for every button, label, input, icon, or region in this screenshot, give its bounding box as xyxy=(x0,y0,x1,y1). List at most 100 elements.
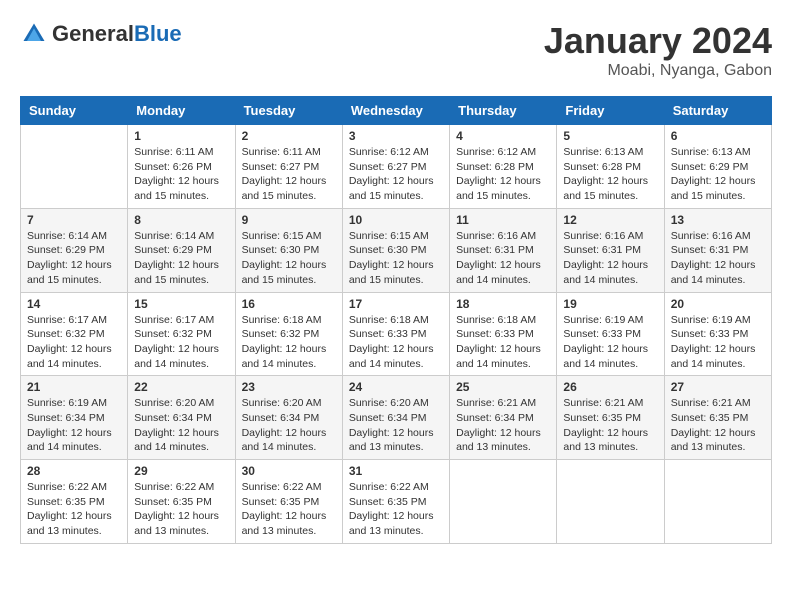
logo-general-text: General xyxy=(52,21,134,46)
logo-blue-text: Blue xyxy=(134,21,182,46)
calendar-day-cell: 7 Sunrise: 6:14 AMSunset: 6:29 PMDaylight… xyxy=(21,208,128,292)
logo: GeneralBlue xyxy=(20,20,182,48)
day-of-week-header: Thursday xyxy=(450,97,557,125)
day-number: 30 xyxy=(242,464,336,478)
day-of-week-header: Friday xyxy=(557,97,664,125)
day-info: Sunrise: 6:11 AMSunset: 6:27 PMDaylight:… xyxy=(242,145,336,204)
calendar-day-cell: 4 Sunrise: 6:12 AMSunset: 6:28 PMDaylight… xyxy=(450,125,557,209)
day-info: Sunrise: 6:15 AMSunset: 6:30 PMDaylight:… xyxy=(242,229,336,288)
day-info: Sunrise: 6:18 AMSunset: 6:33 PMDaylight:… xyxy=(456,313,550,372)
calendar-day-cell: 2Sunrise: 6:11 AMSunset: 6:27 PMDaylight… xyxy=(235,125,342,209)
day-number: 24 xyxy=(349,380,443,394)
day-of-week-header: Saturday xyxy=(664,97,771,125)
calendar-week-row: 21Sunrise: 6:19 AMSunset: 6:34 PMDayligh… xyxy=(21,376,772,460)
day-info: Sunrise: 6:12 AMSunset: 6:28 PMDaylight:… xyxy=(456,145,550,204)
day-number: 29 xyxy=(134,464,228,478)
calendar-day-cell: 30 Sunrise: 6:22 AMSunset: 6:35 PMDayligh… xyxy=(235,460,342,544)
calendar-day-cell: 1Sunrise: 6:11 AMSunset: 6:26 PMDaylight… xyxy=(128,125,235,209)
day-number: 26 xyxy=(563,380,657,394)
day-number: 17 xyxy=(349,297,443,311)
day-of-week-header: Wednesday xyxy=(342,97,449,125)
logo-icon xyxy=(20,20,48,48)
calendar-day-cell: 20 Sunrise: 6:19 AMSunset: 6:33 PMDayligh… xyxy=(664,292,771,376)
calendar-table: SundayMondayTuesdayWednesdayThursdayFrid… xyxy=(20,96,772,544)
day-info: Sunrise: 6:17 AMSunset: 6:32 PMDaylight:… xyxy=(27,313,121,372)
day-info: Sunrise: 6:20 AMSunset: 6:34 PMDaylight:… xyxy=(242,396,336,455)
calendar-week-row: 28 Sunrise: 6:22 AMSunset: 6:35 PMDayligh… xyxy=(21,460,772,544)
calendar-day-cell: 6Sunrise: 6:13 AMSunset: 6:29 PMDaylight… xyxy=(664,125,771,209)
calendar-day-cell: 11 Sunrise: 6:16 AMSunset: 6:31 PMDayligh… xyxy=(450,208,557,292)
calendar-day-cell: 28 Sunrise: 6:22 AMSunset: 6:35 PMDayligh… xyxy=(21,460,128,544)
calendar-day-cell: 19 Sunrise: 6:19 AMSunset: 6:33 PMDayligh… xyxy=(557,292,664,376)
calendar-day-cell: 5 Sunrise: 6:13 AMSunset: 6:28 PMDaylight… xyxy=(557,125,664,209)
day-info: Sunrise: 6:15 AMSunset: 6:30 PMDaylight:… xyxy=(349,229,443,288)
day-number: 20 xyxy=(671,297,765,311)
day-number: 9 xyxy=(242,213,336,227)
day-of-week-header: Tuesday xyxy=(235,97,342,125)
calendar-header-row: SundayMondayTuesdayWednesdayThursdayFrid… xyxy=(21,97,772,125)
calendar-day-cell: 15Sunrise: 6:17 AMSunset: 6:32 PMDayligh… xyxy=(128,292,235,376)
calendar-day-cell xyxy=(21,125,128,209)
day-info: Sunrise: 6:22 AMSunset: 6:35 PMDaylight:… xyxy=(242,480,336,539)
day-number: 16 xyxy=(242,297,336,311)
day-info: Sunrise: 6:14 AMSunset: 6:29 PMDaylight:… xyxy=(27,229,121,288)
day-number: 14 xyxy=(27,297,121,311)
day-number: 23 xyxy=(242,380,336,394)
day-info: Sunrise: 6:19 AMSunset: 6:33 PMDaylight:… xyxy=(563,313,657,372)
day-info: Sunrise: 6:20 AMSunset: 6:34 PMDaylight:… xyxy=(349,396,443,455)
day-number: 10 xyxy=(349,213,443,227)
day-of-week-header: Monday xyxy=(128,97,235,125)
day-info: Sunrise: 6:22 AMSunset: 6:35 PMDaylight:… xyxy=(134,480,228,539)
day-number: 15 xyxy=(134,297,228,311)
day-number: 11 xyxy=(456,213,550,227)
day-number: 4 xyxy=(456,129,550,143)
day-number: 22 xyxy=(134,380,228,394)
day-info: Sunrise: 6:20 AMSunset: 6:34 PMDaylight:… xyxy=(134,396,228,455)
calendar-day-cell: 26Sunrise: 6:21 AMSunset: 6:35 PMDayligh… xyxy=(557,376,664,460)
day-info: Sunrise: 6:16 AMSunset: 6:31 PMDaylight:… xyxy=(563,229,657,288)
day-number: 13 xyxy=(671,213,765,227)
title-block: January 2024 Moabi, Nyanga, Gabon xyxy=(544,20,772,80)
calendar-day-cell: 22 Sunrise: 6:20 AMSunset: 6:34 PMDayligh… xyxy=(128,376,235,460)
day-number: 6 xyxy=(671,129,765,143)
calendar-subtitle: Moabi, Nyanga, Gabon xyxy=(544,62,772,80)
day-number: 5 xyxy=(563,129,657,143)
calendar-week-row: 1Sunrise: 6:11 AMSunset: 6:26 PMDaylight… xyxy=(21,125,772,209)
day-number: 25 xyxy=(456,380,550,394)
day-number: 28 xyxy=(27,464,121,478)
day-number: 19 xyxy=(563,297,657,311)
calendar-day-cell: 29 Sunrise: 6:22 AMSunset: 6:35 PMDayligh… xyxy=(128,460,235,544)
calendar-week-row: 14 Sunrise: 6:17 AMSunset: 6:32 PMDayligh… xyxy=(21,292,772,376)
day-info: Sunrise: 6:22 AMSunset: 6:35 PMDaylight:… xyxy=(27,480,121,539)
day-info: Sunrise: 6:13 AMSunset: 6:28 PMDaylight:… xyxy=(563,145,657,204)
day-number: 31 xyxy=(349,464,443,478)
day-number: 1 xyxy=(134,129,228,143)
calendar-day-cell: 9 Sunrise: 6:15 AMSunset: 6:30 PMDaylight… xyxy=(235,208,342,292)
calendar-day-cell xyxy=(557,460,664,544)
calendar-day-cell: 25 Sunrise: 6:21 AMSunset: 6:34 PMDayligh… xyxy=(450,376,557,460)
calendar-day-cell xyxy=(664,460,771,544)
day-of-week-header: Sunday xyxy=(21,97,128,125)
calendar-day-cell: 12Sunrise: 6:16 AMSunset: 6:31 PMDayligh… xyxy=(557,208,664,292)
calendar-day-cell: 3Sunrise: 6:12 AMSunset: 6:27 PMDaylight… xyxy=(342,125,449,209)
day-info: Sunrise: 6:18 AMSunset: 6:33 PMDaylight:… xyxy=(349,313,443,372)
calendar-day-cell: 14 Sunrise: 6:17 AMSunset: 6:32 PMDayligh… xyxy=(21,292,128,376)
calendar-title: January 2024 xyxy=(544,20,772,62)
calendar-day-cell: 24 Sunrise: 6:20 AMSunset: 6:34 PMDayligh… xyxy=(342,376,449,460)
day-number: 18 xyxy=(456,297,550,311)
day-info: Sunrise: 6:19 AMSunset: 6:33 PMDaylight:… xyxy=(671,313,765,372)
day-info: Sunrise: 6:21 AMSunset: 6:34 PMDaylight:… xyxy=(456,396,550,455)
day-number: 7 xyxy=(27,213,121,227)
day-info: Sunrise: 6:18 AMSunset: 6:32 PMDaylight:… xyxy=(242,313,336,372)
day-number: 8 xyxy=(134,213,228,227)
calendar-week-row: 7 Sunrise: 6:14 AMSunset: 6:29 PMDaylight… xyxy=(21,208,772,292)
day-info: Sunrise: 6:16 AMSunset: 6:31 PMDaylight:… xyxy=(456,229,550,288)
calendar-day-cell: 10 Sunrise: 6:15 AMSunset: 6:30 PMDayligh… xyxy=(342,208,449,292)
calendar-day-cell: 23 Sunrise: 6:20 AMSunset: 6:34 PMDayligh… xyxy=(235,376,342,460)
day-info: Sunrise: 6:14 AMSunset: 6:29 PMDaylight:… xyxy=(134,229,228,288)
day-number: 27 xyxy=(671,380,765,394)
calendar-day-cell xyxy=(450,460,557,544)
day-number: 3 xyxy=(349,129,443,143)
calendar-day-cell: 13Sunrise: 6:16 AMSunset: 6:31 PMDayligh… xyxy=(664,208,771,292)
calendar-day-cell: 8 Sunrise: 6:14 AMSunset: 6:29 PMDaylight… xyxy=(128,208,235,292)
